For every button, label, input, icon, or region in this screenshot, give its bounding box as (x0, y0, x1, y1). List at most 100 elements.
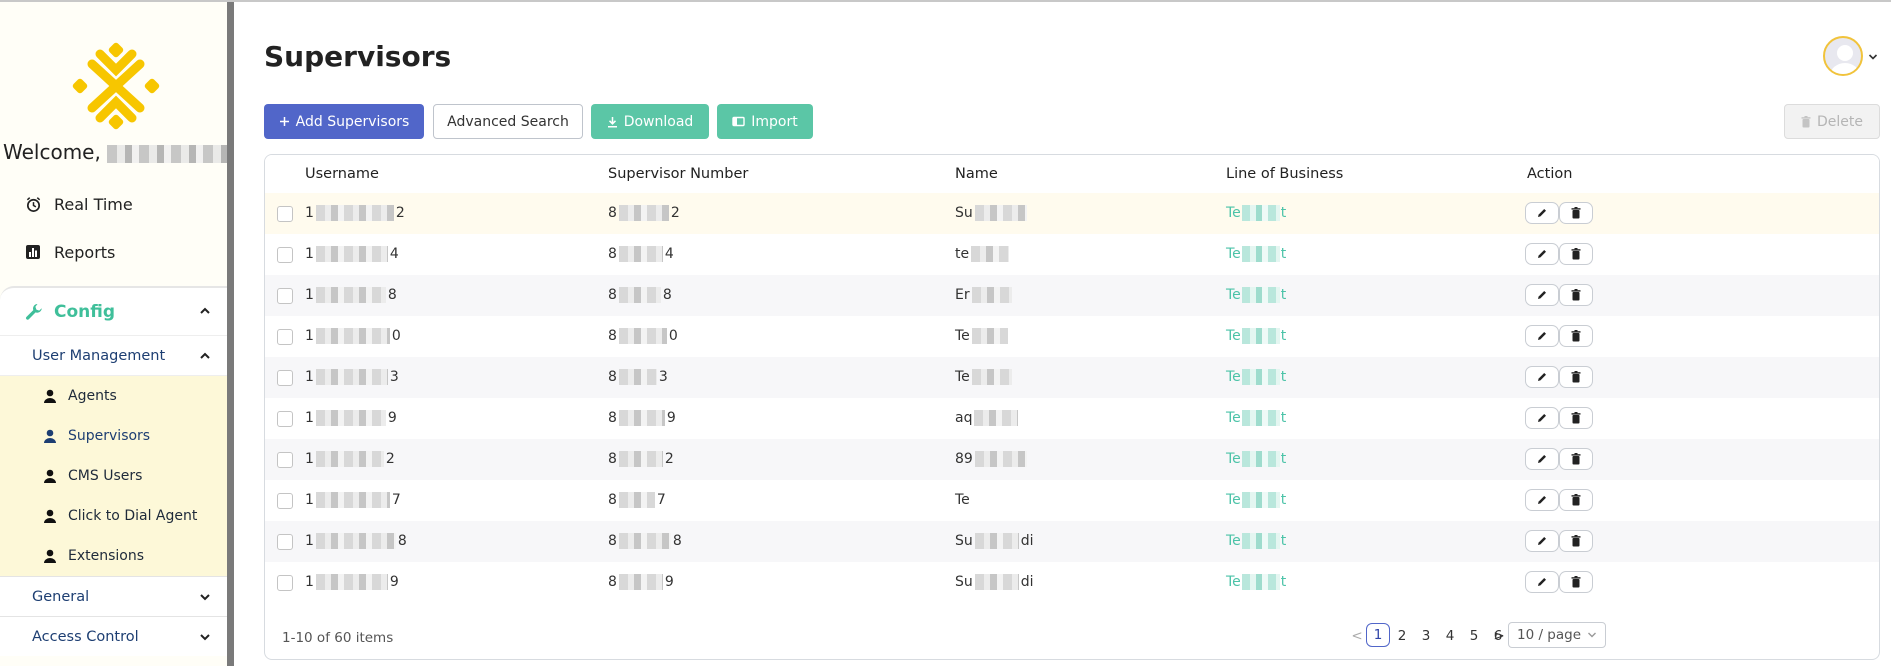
delete-row-button[interactable] (1559, 202, 1593, 224)
nav-item-label: Reports (54, 242, 116, 262)
edit-button[interactable] (1525, 366, 1559, 388)
column-header-username[interactable]: Username (305, 166, 379, 182)
edit-button[interactable] (1525, 325, 1559, 347)
line-of-business-link[interactable]: Te t (1226, 246, 1286, 262)
edit-button[interactable] (1525, 448, 1559, 470)
edit-button[interactable] (1525, 407, 1559, 429)
pagination-page-5[interactable]: 5 (1462, 623, 1486, 649)
table-row[interactable]: 1 8 8 8 Su di Te t (265, 521, 1879, 562)
delete-row-button[interactable] (1559, 530, 1593, 552)
delete-row-button[interactable] (1559, 325, 1593, 347)
table-row[interactable]: 1 4 8 4 te Te t (265, 234, 1879, 275)
number-start: 8 (608, 369, 617, 385)
redacted-value (971, 287, 1012, 303)
row-checkbox[interactable] (277, 493, 293, 509)
pagination-page-3[interactable]: 3 (1414, 623, 1438, 649)
redacted-value (315, 410, 386, 426)
delete-row-button[interactable] (1559, 489, 1593, 511)
delete-row-button[interactable] (1559, 407, 1593, 429)
line-of-business-link[interactable]: Te t (1226, 205, 1286, 221)
name-start: Su (955, 533, 973, 549)
sidebar-item-click-to-dial-agent[interactable]: Click to Dial Agent (42, 504, 197, 528)
edit-button[interactable] (1525, 243, 1559, 265)
delete-row-button[interactable] (1559, 366, 1593, 388)
number-end: 0 (668, 328, 678, 344)
redacted-value (971, 328, 1008, 344)
edit-button[interactable] (1525, 489, 1559, 511)
row-checkbox[interactable] (277, 288, 293, 304)
table-row[interactable]: 1 0 8 0 Te Te t (265, 316, 1879, 357)
lob-end: t (1280, 205, 1287, 221)
username-cell: 10 (305, 328, 401, 344)
pagination-page-1[interactable]: 1 (1366, 623, 1390, 647)
row-checkbox[interactable] (277, 534, 293, 550)
nav-item-real-time[interactable]: Real Time (24, 189, 133, 219)
pagination-prev-button[interactable]: < (1348, 623, 1366, 649)
row-checkbox[interactable] (277, 370, 293, 386)
pagination-page-4[interactable]: 4 (1438, 623, 1462, 649)
line-of-business-link[interactable]: Te t (1226, 410, 1286, 426)
line-of-business-link[interactable]: Te t (1226, 492, 1286, 508)
edit-button[interactable] (1525, 202, 1559, 224)
delete-row-button[interactable] (1559, 243, 1593, 265)
username-start: 1 (305, 451, 314, 467)
name-cell: Te (955, 492, 974, 508)
edit-button[interactable] (1525, 571, 1559, 593)
pagination-next-button[interactable]: > (1490, 623, 1508, 649)
nav-item-access-control[interactable]: Access Control (0, 616, 227, 656)
supervisor-number-cell: 87 (608, 492, 666, 508)
advanced-search-button[interactable]: Advanced Search (433, 104, 583, 139)
redacted-value (618, 574, 663, 590)
pagination-page-2[interactable]: 2 (1390, 623, 1414, 649)
nav-item-general[interactable]: General (0, 576, 227, 616)
table-row[interactable]: 1 2 8 2 Su Te t (265, 193, 1879, 234)
column-header-supervisor-number[interactable]: Supervisor Number (608, 166, 748, 182)
nav-item-config[interactable]: Config (0, 286, 227, 336)
row-checkbox[interactable] (277, 411, 293, 427)
redacted-value (1241, 246, 1280, 262)
chevron-down-icon[interactable] (1868, 52, 1878, 62)
add-supervisors-button[interactable]: Add Supervisors (264, 104, 424, 139)
column-header-name[interactable]: Name (955, 166, 998, 182)
column-header-line-of-business[interactable]: Line of Business (1226, 166, 1343, 182)
avatar[interactable] (1823, 36, 1863, 76)
row-checkbox[interactable] (277, 247, 293, 263)
table-row[interactable]: 1 2 8 2 89 Te t (265, 439, 1879, 480)
import-button[interactable]: Import (717, 104, 813, 139)
table-row[interactable]: 1 9 8 9 Su di Te t (265, 562, 1879, 603)
line-of-business-link[interactable]: Te t (1226, 533, 1286, 549)
row-checkbox[interactable] (277, 452, 293, 468)
sidebar-item-supervisors[interactable]: Supervisors (42, 424, 150, 448)
row-checkbox[interactable] (277, 206, 293, 222)
name-start: Te (955, 492, 970, 508)
page-size-select[interactable]: 10 / page (1508, 622, 1606, 648)
row-checkbox[interactable] (277, 575, 293, 591)
table-row[interactable]: 1 3 8 3 Te Te t (265, 357, 1879, 398)
delete-row-button[interactable] (1559, 284, 1593, 306)
lob-start: Te (1226, 246, 1241, 262)
table-row[interactable]: 1 7 8 7 Te Te t (265, 480, 1879, 521)
line-of-business-link[interactable]: Te t (1226, 369, 1286, 385)
line-of-business-link[interactable]: Te t (1226, 574, 1286, 590)
delete-row-button[interactable] (1559, 448, 1593, 470)
table-row[interactable]: 1 8 8 8 Er Te t (265, 275, 1879, 316)
table-row[interactable]: 1 9 8 9 aq Te t (265, 398, 1879, 439)
download-button[interactable]: Download (591, 104, 709, 139)
delete-button[interactable]: Delete (1784, 104, 1880, 139)
edit-button[interactable] (1525, 530, 1559, 552)
redacted-value (618, 451, 663, 467)
sidebar-item-cms-users[interactable]: CMS Users (42, 464, 142, 488)
row-checkbox[interactable] (277, 329, 293, 345)
line-of-business-link[interactable]: Te t (1226, 287, 1286, 303)
line-of-business-link[interactable]: Te t (1226, 328, 1286, 344)
nav-item-user-management[interactable]: User Management (0, 336, 227, 376)
sidebar-item-extensions[interactable]: Extensions (42, 544, 144, 568)
line-of-business-link[interactable]: Te t (1226, 451, 1286, 467)
nav-item-reports[interactable]: Reports (24, 237, 115, 267)
lob-start: Te (1226, 287, 1241, 303)
supervisor-number-cell: 82 (608, 205, 680, 221)
delete-row-button[interactable] (1559, 571, 1593, 593)
sidebar-item-agents[interactable]: Agents (42, 384, 117, 408)
edit-button[interactable] (1525, 284, 1559, 306)
redacted-value (1241, 328, 1280, 344)
